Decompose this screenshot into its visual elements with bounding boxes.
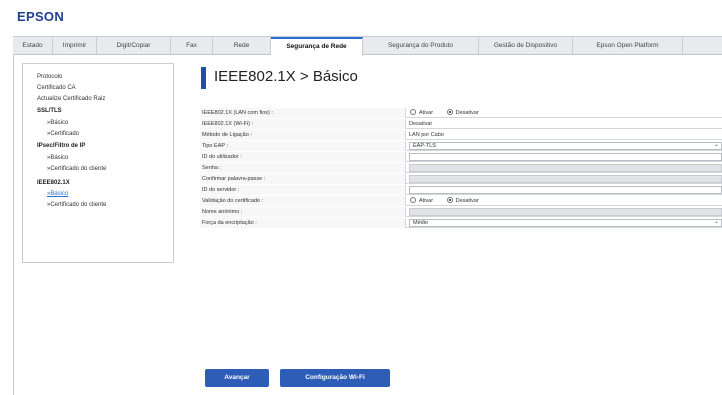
- form-value: Desativar: [409, 121, 433, 127]
- user-id-input[interactable]: [409, 153, 722, 161]
- tab-seguranca-do-produto[interactable]: Segurança do Produto: [363, 37, 479, 55]
- form-row-senha: Senha :: [200, 163, 722, 173]
- form-label: ID do utilizador :: [200, 152, 406, 162]
- form-row-lan: IEEE802.1X (LAN com fios) : Ativar Desat…: [200, 108, 722, 118]
- radio-option-desativar[interactable]: Desativar: [446, 108, 479, 118]
- page-title: IEEE802.1X > Básico: [214, 68, 358, 85]
- form-label: Confirmar palavra-passe :: [200, 174, 406, 184]
- radio-group-lan: Ativar Desativar: [410, 108, 491, 118]
- form-row-tipo-eap: Tipo EAP : EAP-TLS ⌄: [200, 141, 722, 151]
- radio-button[interactable]: [410, 196, 416, 203]
- tab-digit-copiar[interactable]: Digit/Copiar: [97, 37, 171, 55]
- tab-rede[interactable]: Rede: [213, 37, 271, 55]
- sidebar-item-ipsec-basico[interactable]: »Básico: [47, 155, 68, 161]
- chevron-down-icon: ⌄: [713, 219, 719, 225]
- form-row-validacao: Validação do certificado : Ativar Desati…: [200, 196, 722, 206]
- form-label: IEEE802.1X (Wi-Fi) :: [200, 119, 406, 129]
- radio-option-ativar[interactable]: Ativar: [410, 108, 433, 118]
- form-label: Validação do certificado :: [200, 196, 406, 206]
- select-value: EAP-TLS: [413, 143, 436, 149]
- sidebar-item-ipsec-certificado-cliente[interactable]: »Certificado do cliente: [47, 166, 106, 172]
- tab-bar: Estado Imprimir Digit/Copiar Fax Rede Se…: [13, 36, 722, 56]
- radio-button[interactable]: [410, 108, 416, 115]
- sidebar-heading-ieee8021x: IEEE802.1X: [37, 180, 70, 186]
- tab-gestao-de-dispositivo[interactable]: Gestão de Dispositivo: [479, 37, 573, 55]
- tab-imprimir[interactable]: Imprimir: [53, 37, 97, 55]
- form-label: IEEE802.1X (LAN com fios) :: [200, 108, 406, 118]
- sidebar-item-certificado-ca[interactable]: Certificado CA: [37, 85, 76, 91]
- form-label: Método de Ligação :: [200, 130, 406, 140]
- form-label: Força da encriptação :: [200, 218, 406, 228]
- epson-logo: EPSON: [17, 9, 65, 24]
- form-value: LAN por Cabo: [409, 132, 444, 138]
- form-row-nome-anonimo: Nome anónimo :: [200, 207, 722, 217]
- tab-fax[interactable]: Fax: [171, 37, 213, 55]
- title-accent-bar: [201, 67, 206, 89]
- select-value: Médio: [413, 220, 428, 226]
- wifi-setup-button[interactable]: Configuração Wi-Fi: [280, 369, 390, 387]
- form-label: Nome anónimo :: [200, 207, 406, 217]
- sidebar-item-protocolo[interactable]: Protocolo: [37, 74, 62, 80]
- radio-label: Desativar: [455, 110, 479, 116]
- sidebar-item-ieee-basico[interactable]: »Básico: [47, 191, 68, 197]
- tab-estado[interactable]: Estado: [13, 37, 53, 55]
- radio-group-validacao: Ativar Desativar: [410, 196, 491, 206]
- sidebar-item-ssl-certificado[interactable]: »Certificado: [47, 131, 79, 137]
- radio-label: Desativar: [455, 198, 479, 204]
- sidebar: Protocolo Certificado CA Actualize Certi…: [22, 63, 174, 263]
- radio-label: Ativar: [419, 198, 434, 204]
- tab-epson-open-platform[interactable]: Epson Open Platform: [573, 37, 683, 55]
- form-row-metodo: Método de Ligação : LAN por Cabo: [200, 130, 722, 140]
- form-row-server-id: ID do servidor :: [200, 185, 722, 195]
- sidebar-heading-ipsec: IPsec/Filtro de IP: [37, 143, 86, 149]
- form-label: Senha :: [200, 163, 406, 173]
- radio-button-selected[interactable]: [446, 196, 453, 203]
- eap-type-select[interactable]: EAP-TLS ⌄: [409, 142, 722, 150]
- server-id-input[interactable]: [409, 186, 722, 194]
- chevron-down-icon: ⌄: [713, 142, 719, 148]
- confirm-password-input: [409, 175, 722, 183]
- form-row-confirm: Confirmar palavra-passe :: [200, 174, 722, 184]
- radio-option-desativar[interactable]: Desativar: [446, 196, 479, 206]
- sidebar-item-ieee-certificado-cliente[interactable]: »Certificado do cliente: [47, 202, 106, 208]
- sidebar-heading-ssl-tls: SSL/TLS: [37, 108, 62, 114]
- form-row-forca: Força da encriptação : Médio ⌄: [200, 218, 722, 228]
- radio-label: Ativar: [419, 110, 434, 116]
- form-label: Tipo EAP :: [200, 141, 406, 151]
- sidebar-item-actualize-certificado-raiz[interactable]: Actualize Certificado Raiz: [37, 96, 105, 102]
- anonymous-name-input: [409, 208, 722, 216]
- header: EPSON: [0, 0, 722, 36]
- radio-button-selected[interactable]: [446, 108, 453, 115]
- next-button[interactable]: Avançar: [205, 369, 269, 387]
- password-input: [409, 164, 722, 172]
- radio-option-ativar[interactable]: Ativar: [410, 196, 433, 206]
- encryption-strength-select[interactable]: Médio ⌄: [409, 219, 722, 227]
- form-row-user-id: ID do utilizador :: [200, 152, 722, 162]
- tab-seguranca-de-rede[interactable]: Segurança de Rede: [271, 37, 363, 56]
- form-label: ID do servidor :: [200, 185, 406, 195]
- sidebar-item-ssl-basico[interactable]: »Básico: [47, 120, 68, 126]
- form-row-wifi: IEEE802.1X (Wi-Fi) : Desativar: [200, 119, 722, 129]
